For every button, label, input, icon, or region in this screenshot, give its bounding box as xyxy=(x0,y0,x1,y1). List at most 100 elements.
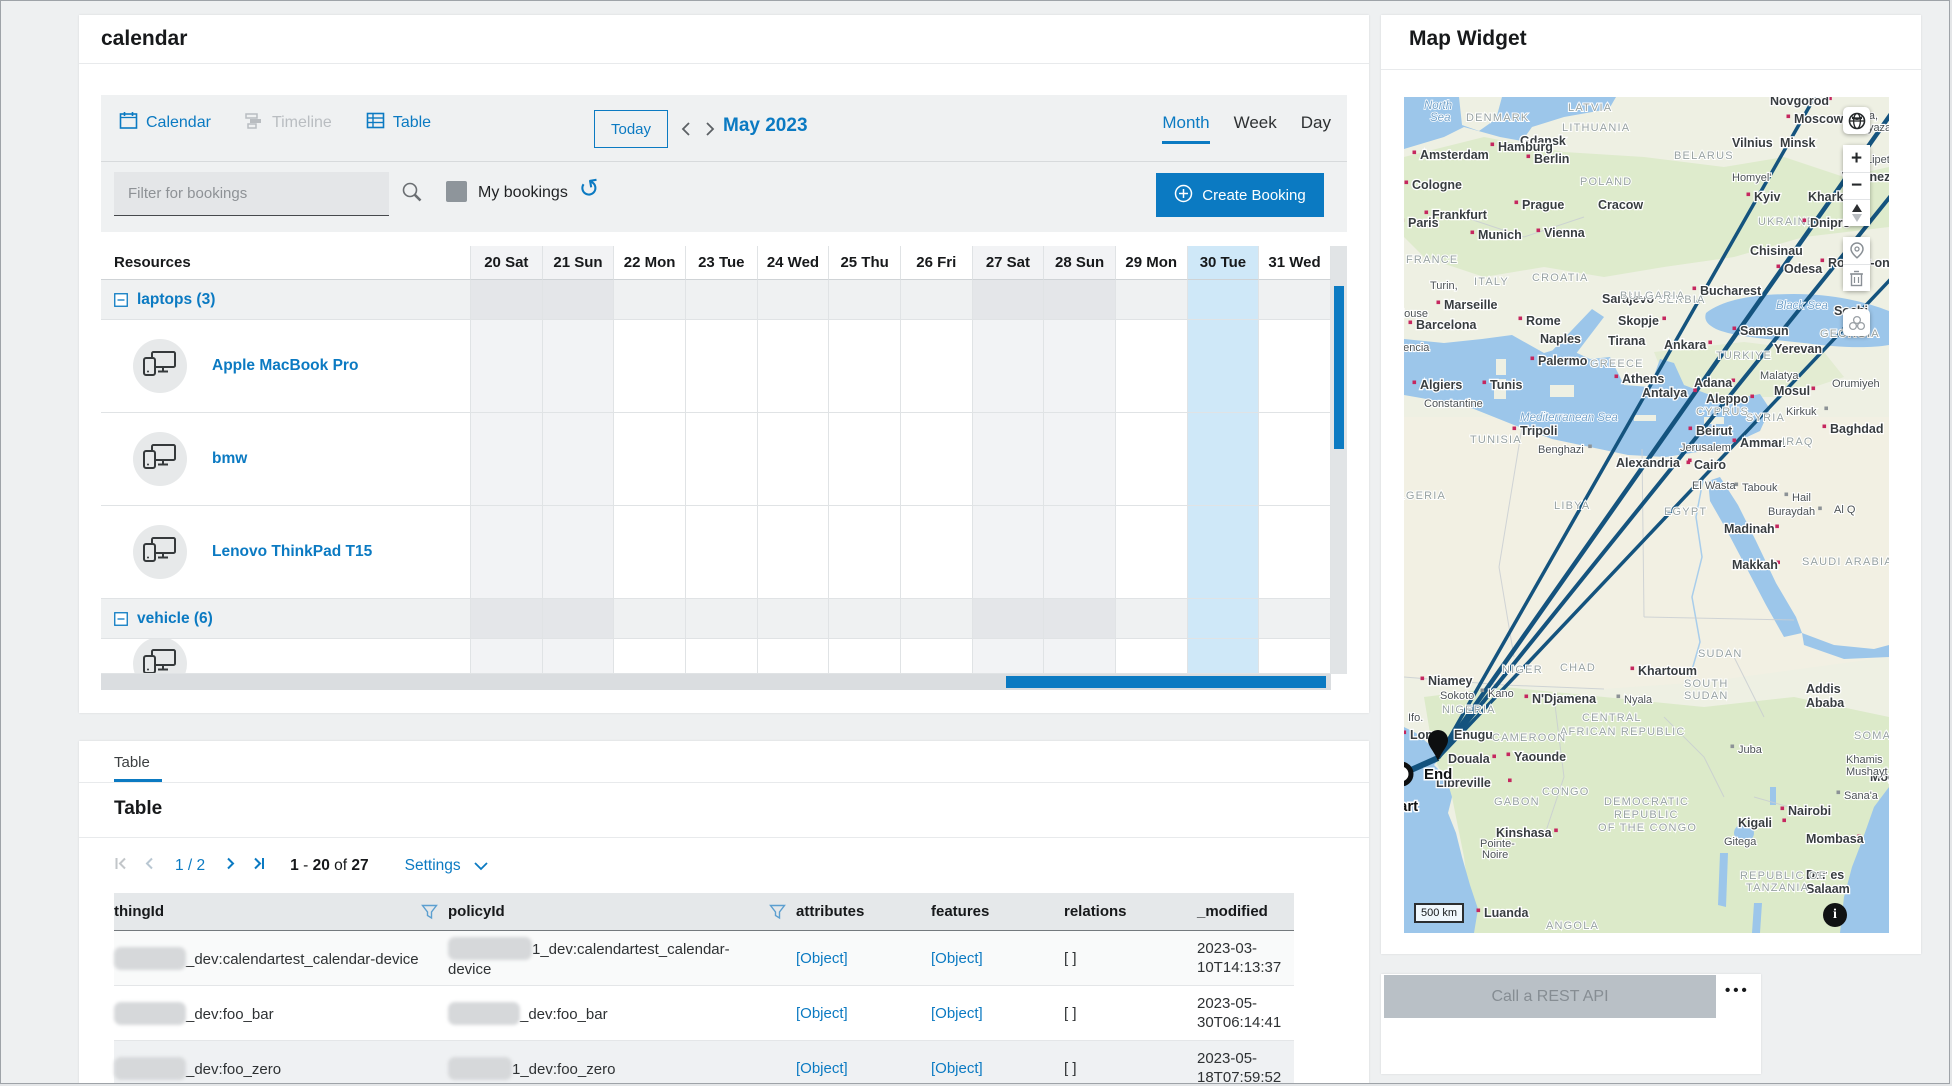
day-cell[interactable] xyxy=(1259,639,1331,674)
attributes-object-link[interactable]: [Object] xyxy=(796,950,848,967)
day-header-22-Mon[interactable]: 22 Mon xyxy=(614,246,686,280)
last-page-icon[interactable] xyxy=(251,856,266,876)
day-cell[interactable] xyxy=(543,599,615,639)
tab-table-widget[interactable]: Table xyxy=(114,754,150,771)
day-cell[interactable] xyxy=(614,639,686,674)
day-header-29-Mon[interactable]: 29 Mon xyxy=(1116,246,1188,280)
column-attributes[interactable]: attributes xyxy=(796,903,931,920)
column-relations[interactable]: relations xyxy=(1064,903,1197,920)
day-cell[interactable] xyxy=(543,639,615,674)
map-canvas[interactable]: NorthSeaDENMARKGdanskLATVIALITHUANIANovg… xyxy=(1404,97,1889,933)
resource-name-link[interactable]: Apple MacBook Pro xyxy=(212,357,358,375)
table-row[interactable]: _dev:foo_bar_dev:foo_bar[Object][Object]… xyxy=(114,986,1294,1041)
day-cell[interactable] xyxy=(471,599,543,639)
day-cell[interactable] xyxy=(1188,639,1260,674)
day-cell[interactable] xyxy=(1188,506,1260,599)
day-cell[interactable] xyxy=(758,506,830,599)
day-cell[interactable] xyxy=(686,413,758,506)
filter-icon[interactable] xyxy=(769,904,786,920)
day-cell[interactable] xyxy=(471,413,543,506)
day-header-30-Tue[interactable]: 30 Tue xyxy=(1188,246,1260,280)
create-booking-button[interactable]: Create Booking xyxy=(1156,173,1324,217)
day-cell[interactable] xyxy=(1188,320,1260,413)
day-cell[interactable] xyxy=(614,320,686,413)
day-cell[interactable] xyxy=(686,280,758,320)
attributes-object-link[interactable]: [Object] xyxy=(796,1060,848,1077)
day-cell[interactable] xyxy=(1116,639,1188,674)
first-page-icon[interactable] xyxy=(114,856,129,876)
day-cell[interactable] xyxy=(973,506,1045,599)
day-cell[interactable] xyxy=(973,280,1045,320)
day-cell[interactable] xyxy=(829,413,901,506)
today-button[interactable]: Today xyxy=(594,110,668,148)
table-row[interactable]: _dev:foo_zero1_dev:foo_zero[Object][Obje… xyxy=(114,1041,1294,1084)
my-bookings-checkbox[interactable] xyxy=(446,181,467,202)
day-cell[interactable] xyxy=(1044,280,1116,320)
day-cell[interactable] xyxy=(543,506,615,599)
day-cell[interactable] xyxy=(901,413,973,506)
pin-icon[interactable] xyxy=(1843,237,1870,264)
day-cell[interactable] xyxy=(1116,280,1188,320)
more-options-icon[interactable]: ••• xyxy=(1725,982,1750,999)
day-header-21-Sun[interactable]: 21 Sun xyxy=(543,246,615,280)
day-cell[interactable] xyxy=(973,413,1045,506)
features-object-link[interactable]: [Object] xyxy=(931,1060,983,1077)
day-cell[interactable] xyxy=(758,320,830,413)
globe-icon[interactable] xyxy=(1843,107,1870,134)
day-header-27-Sat[interactable]: 27 Sat xyxy=(973,246,1045,280)
features-object-link[interactable]: [Object] xyxy=(931,950,983,967)
filter-icon[interactable] xyxy=(421,904,438,920)
trash-icon[interactable] xyxy=(1843,264,1870,291)
day-cell[interactable] xyxy=(829,280,901,320)
tab-timeline[interactable]: Timeline xyxy=(245,111,332,135)
day-cell[interactable] xyxy=(471,320,543,413)
refresh-icon[interactable]: ↺ xyxy=(577,172,603,205)
day-header-25-Thu[interactable]: 25 Thu xyxy=(829,246,901,280)
day-cell[interactable] xyxy=(1116,320,1188,413)
day-cell[interactable] xyxy=(758,599,830,639)
column-policyid[interactable]: policyId xyxy=(448,903,796,920)
day-header-24-Wed[interactable]: 24 Wed xyxy=(758,246,830,280)
day-cell[interactable] xyxy=(973,320,1045,413)
day-cell[interactable] xyxy=(1259,280,1331,320)
day-cell[interactable] xyxy=(1259,506,1331,599)
day-cell[interactable] xyxy=(471,506,543,599)
day-cell[interactable] xyxy=(1044,320,1116,413)
view-day[interactable]: Day xyxy=(1301,113,1331,144)
zoom-in-button[interactable]: + xyxy=(1843,145,1870,172)
day-cell[interactable] xyxy=(471,280,543,320)
column-thingid[interactable]: thingId xyxy=(114,903,448,920)
day-cell[interactable] xyxy=(686,639,758,674)
day-cell[interactable] xyxy=(614,599,686,639)
day-cell[interactable] xyxy=(901,320,973,413)
day-cell[interactable] xyxy=(614,280,686,320)
day-cell[interactable] xyxy=(1188,413,1260,506)
day-cell[interactable] xyxy=(1044,599,1116,639)
filter-bookings-input[interactable] xyxy=(114,172,389,216)
settings-button[interactable]: Settings xyxy=(405,857,489,875)
day-header-28-Sun[interactable]: 28 Sun xyxy=(1044,246,1116,280)
day-cell[interactable] xyxy=(829,599,901,639)
day-cell[interactable] xyxy=(1116,413,1188,506)
day-header-20-Sat[interactable]: 20 Sat xyxy=(471,246,543,280)
day-cell[interactable] xyxy=(758,280,830,320)
day-cell[interactable] xyxy=(686,506,758,599)
day-cell[interactable] xyxy=(973,599,1045,639)
horizontal-scrollbar-thumb[interactable] xyxy=(1006,676,1326,688)
day-header-23-Tue[interactable]: 23 Tue xyxy=(686,246,758,280)
compass-icon[interactable] xyxy=(1843,199,1870,226)
column-features[interactable]: features xyxy=(931,903,1064,920)
resource-name-link[interactable]: bmw xyxy=(212,450,247,468)
view-month[interactable]: Month xyxy=(1162,113,1209,144)
day-cell[interactable] xyxy=(1116,599,1188,639)
day-cell[interactable] xyxy=(543,320,615,413)
resource-name-link[interactable]: Lenovo ThinkPad T15 xyxy=(212,543,372,561)
vertical-scrollbar[interactable] xyxy=(1331,246,1347,674)
day-cell[interactable] xyxy=(758,639,830,674)
day-cell[interactable] xyxy=(973,639,1045,674)
day-cell[interactable] xyxy=(543,280,615,320)
next-period-chevron-icon[interactable] xyxy=(705,117,721,141)
vertical-scrollbar-thumb[interactable] xyxy=(1334,286,1344,449)
group-toggle[interactable]: vehicle (6) xyxy=(101,599,470,638)
day-cell[interactable] xyxy=(758,413,830,506)
